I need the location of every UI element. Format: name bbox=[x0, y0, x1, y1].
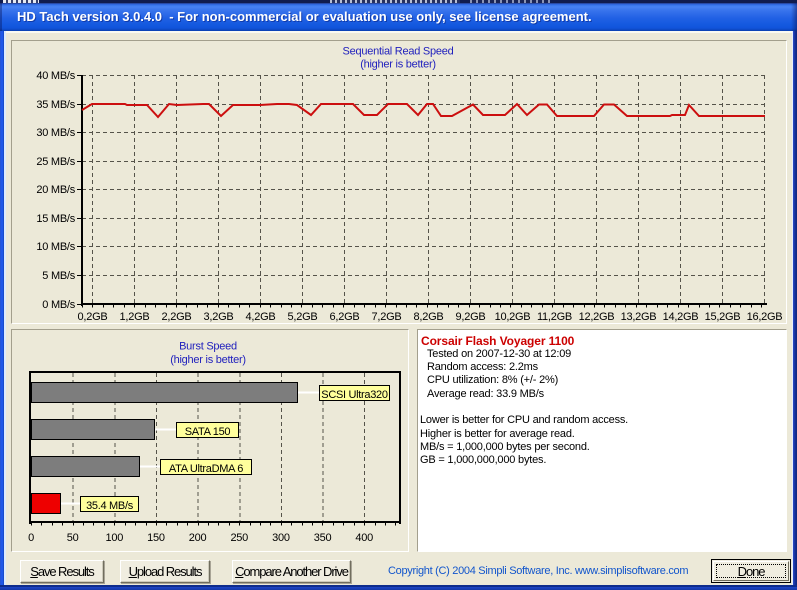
svg-text:14,2GB: 14,2GB bbox=[663, 311, 699, 323]
svg-text:Burst Speed: Burst Speed bbox=[179, 341, 237, 353]
svg-text:7,2GB: 7,2GB bbox=[372, 311, 402, 323]
svg-text:12,2GB: 12,2GB bbox=[579, 311, 615, 323]
svg-text:(higher is better): (higher is better) bbox=[170, 354, 246, 366]
svg-text:400: 400 bbox=[355, 532, 373, 544]
svg-text:35 MB/s: 35 MB/s bbox=[36, 99, 75, 111]
svg-text:11,2GB: 11,2GB bbox=[537, 311, 572, 323]
svg-text:5 MB/s: 5 MB/s bbox=[42, 270, 75, 282]
svg-text:13,2GB: 13,2GB bbox=[621, 311, 657, 323]
svg-text:10,2GB: 10,2GB bbox=[495, 311, 531, 323]
svg-text:30 MB/s: 30 MB/s bbox=[36, 127, 75, 139]
svg-text:ATA UltraDMA 6: ATA UltraDMA 6 bbox=[169, 463, 243, 475]
svg-text:1,2GB: 1,2GB bbox=[120, 311, 150, 323]
svg-text:0,2GB: 0,2GB bbox=[78, 311, 108, 323]
svg-text:8,2GB: 8,2GB bbox=[414, 311, 444, 323]
svg-text:100: 100 bbox=[105, 532, 123, 544]
svg-text:20 MB/s: 20 MB/s bbox=[36, 184, 75, 196]
svg-text:4,2GB: 4,2GB bbox=[246, 311, 276, 323]
svg-text:40 MB/s: 40 MB/s bbox=[36, 70, 75, 82]
svg-text:9,2GB: 9,2GB bbox=[456, 311, 486, 323]
svg-text:350: 350 bbox=[314, 532, 332, 544]
svg-text:6,2GB: 6,2GB bbox=[330, 311, 360, 323]
svg-text:Sequential Read Speed: Sequential Read Speed bbox=[343, 46, 454, 58]
svg-text:50: 50 bbox=[67, 532, 79, 544]
svg-text:0: 0 bbox=[28, 532, 34, 544]
svg-text:15 MB/s: 15 MB/s bbox=[36, 213, 75, 225]
svg-text:200: 200 bbox=[189, 532, 207, 544]
svg-text:25 MB/s: 25 MB/s bbox=[36, 156, 75, 168]
svg-text:16,2GB: 16,2GB bbox=[747, 311, 783, 323]
svg-text:10 MB/s: 10 MB/s bbox=[36, 241, 75, 253]
svg-text:2,2GB: 2,2GB bbox=[162, 311, 192, 323]
svg-text:150: 150 bbox=[147, 532, 165, 544]
svg-text:5,2GB: 5,2GB bbox=[288, 311, 318, 323]
svg-text:SCSI Ultra320: SCSI Ultra320 bbox=[321, 389, 388, 401]
svg-text:35.4 MB/s: 35.4 MB/s bbox=[86, 500, 134, 512]
svg-text:300: 300 bbox=[272, 532, 290, 544]
svg-text:SATA 150: SATA 150 bbox=[185, 426, 231, 438]
svg-text:3,2GB: 3,2GB bbox=[204, 311, 234, 323]
svg-text:(higher is better): (higher is better) bbox=[360, 59, 436, 71]
svg-text:15,2GB: 15,2GB bbox=[705, 311, 741, 323]
svg-text:0 MB/s: 0 MB/s bbox=[42, 299, 75, 311]
svg-text:250: 250 bbox=[230, 532, 248, 544]
